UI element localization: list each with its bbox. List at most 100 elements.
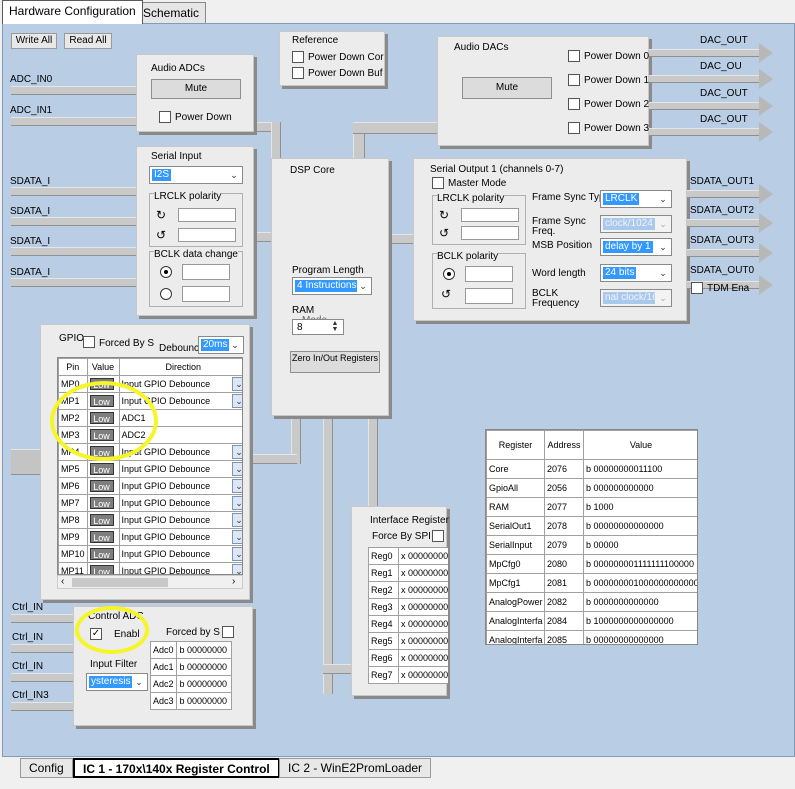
gpio-value-toggle[interactable]: Low: [89, 514, 114, 526]
chevron-down-icon[interactable]: ⌄: [232, 445, 242, 459]
ram-mode-spinner[interactable]: 8 ▲ ▼: [292, 319, 344, 335]
gpio-pin: MP7: [58, 494, 88, 512]
adc-power-down-checkbox[interactable]: [159, 111, 171, 123]
chevron-down-icon[interactable]: ⌄: [232, 496, 242, 510]
register-value[interactable]: b 00000000011100: [583, 459, 697, 479]
chevron-down-icon[interactable]: ⌄: [232, 564, 242, 574]
power-down-buf-checkbox[interactable]: [292, 67, 304, 79]
sdata-in-wire: [11, 247, 137, 256]
register-value[interactable]: b 0000000000000: [583, 592, 697, 612]
program-length-select[interactable]: 4 Instructions ⌄: [292, 277, 372, 295]
dac-mute-button[interactable]: Mute: [462, 77, 552, 99]
gpio-value-toggle[interactable]: Low: [89, 480, 114, 492]
chevron-down-icon[interactable]: ⌄: [232, 462, 242, 476]
interface-register-value[interactable]: x 00000000: [398, 632, 448, 650]
register-value[interactable]: b 1000: [583, 497, 697, 517]
dac-power-down-0-checkbox[interactable]: [568, 50, 580, 62]
chevron-down-icon[interactable]: ⌄: [232, 479, 242, 493]
interface-register-value[interactable]: x 00000000: [398, 564, 448, 582]
chevron-down-icon[interactable]: ⌄: [232, 394, 242, 408]
force-by-spi-checkbox[interactable]: [432, 530, 444, 542]
dac-power-down-2-label: Power Down 2: [584, 99, 650, 110]
gpio-row: MP6 Low Input GPIO Debounce ⌄: [58, 477, 242, 495]
register-value[interactable]: b 00000000000000: [583, 630, 697, 644]
chevron-down-icon[interactable]: ⌄: [232, 547, 242, 561]
frame-sync-freq-select[interactable]: clock/1024 ⌄: [600, 215, 672, 233]
gpio-value-toggle[interactable]: Low: [89, 531, 114, 543]
input-filter-select[interactable]: ysteresis ⌄: [86, 673, 148, 691]
gpio-value-toggle[interactable]: Low: [89, 565, 114, 574]
gpio-direction-cell[interactable]: Input GPIO Debounce ⌄: [118, 460, 242, 478]
chevron-down-icon[interactable]: ⌄: [232, 513, 242, 527]
control-adc-forced-checkbox[interactable]: [222, 626, 234, 638]
rotate-ccw-icon[interactable]: ↺: [441, 287, 451, 301]
interface-register-value[interactable]: x 00000000: [398, 615, 448, 633]
gpio-direction-cell[interactable]: Input GPIO Debounce ⌄: [118, 477, 242, 495]
tab-ic1-register-control[interactable]: IC 1 - 170x\140x Register Control: [73, 758, 280, 778]
interface-register-value[interactable]: x 00000000: [398, 547, 448, 565]
gpio-value-toggle[interactable]: Low: [89, 548, 114, 560]
register-value[interactable]: b 000000001111111100000: [583, 554, 697, 574]
read-all-button[interactable]: Read All: [64, 33, 112, 49]
serial-input-mode-select[interactable]: I2S ⌄: [149, 166, 243, 184]
gpio-horizontal-scrollbar[interactable]: ‹ ›: [57, 575, 243, 589]
gpio-direction-cell[interactable]: Input GPIO Debounce ⌄: [118, 494, 242, 512]
dac-power-down-1-checkbox[interactable]: [568, 74, 580, 86]
out-bclk-rising-radio[interactable]: [443, 268, 455, 280]
interface-register-value[interactable]: x 00000000: [398, 649, 448, 667]
scroll-left-icon[interactable]: ‹: [61, 576, 64, 587]
register-value[interactable]: b 000000001000000000000: [583, 573, 697, 593]
rotate-cw-icon[interactable]: ↻: [439, 208, 449, 222]
serial-output-title: Serial Output 1 (channels 0-7): [430, 164, 564, 175]
msb-position-select[interactable]: delay by 1 ⌄: [600, 238, 672, 256]
register-value[interactable]: b 000000000000: [583, 478, 697, 498]
tab-ic2-wine2promloader[interactable]: IC 2 - WinE2PromLoader: [279, 758, 432, 778]
rotate-cw-icon[interactable]: ↻: [156, 208, 166, 222]
write-all-button[interactable]: Write All: [11, 33, 57, 49]
gpio-direction-cell[interactable]: Input GPIO Debounce ⌄: [118, 511, 242, 529]
scroll-right-icon[interactable]: ›: [232, 576, 235, 587]
gpio-direction-cell[interactable]: Input GPIO Debounce ⌄: [118, 528, 242, 546]
gpio-debounce-select[interactable]: 20ms ⌄: [198, 336, 244, 354]
zero-registers-button[interactable]: Zero In/Out Registers: [290, 351, 380, 373]
tdm-enable-checkbox[interactable]: [691, 282, 703, 294]
word-length-select[interactable]: 24 bits ⌄: [600, 264, 672, 282]
rotate-ccw-icon[interactable]: ↺: [156, 228, 166, 242]
chevron-down-icon: ⌄: [659, 219, 667, 229]
scrollbar-thumb[interactable]: [72, 578, 168, 587]
dac-power-down-3-checkbox[interactable]: [568, 122, 580, 134]
chevron-down-icon[interactable]: ⌄: [232, 530, 242, 544]
interface-register-value[interactable]: x 00000000: [398, 666, 448, 684]
gpio-value-toggle[interactable]: Low: [89, 463, 114, 475]
control-adc-value[interactable]: b 00000000: [176, 692, 232, 710]
interface-register-value[interactable]: x 00000000: [398, 598, 448, 616]
register-address: 2084: [544, 611, 584, 631]
register-row: RAM 2077 b 1000: [486, 497, 697, 517]
gpio-value-toggle[interactable]: Low: [89, 497, 114, 509]
register-value[interactable]: b 00000: [583, 535, 697, 555]
gpio-direction-cell[interactable]: Input GPIO Debounce ⌄: [118, 562, 242, 574]
tab-config[interactable]: Config: [20, 758, 73, 778]
tab-schematic[interactable]: Schematic: [136, 2, 207, 23]
master-mode-checkbox[interactable]: [432, 177, 444, 189]
bclk-rising-radio[interactable]: [160, 266, 172, 278]
gpio-direction-cell[interactable]: Input GPIO Debounce ⌄: [118, 545, 242, 563]
control-adc-value[interactable]: b 00000000: [176, 658, 232, 676]
tab-hardware-configuration[interactable]: Hardware Configuration: [2, 0, 143, 24]
dac-out-label: DAC_OUT: [700, 114, 748, 125]
dac-power-down-2-checkbox[interactable]: [568, 98, 580, 110]
power-down-cor-checkbox[interactable]: [292, 51, 304, 63]
register-value[interactable]: b 00000000000000: [583, 516, 697, 536]
adc-mute-button[interactable]: Mute: [151, 79, 241, 99]
register-value[interactable]: b 1000000000000000: [583, 611, 697, 631]
frame-sync-type-select[interactable]: LRCLK ⌄: [600, 190, 672, 208]
control-adc-value[interactable]: b 00000000: [176, 641, 232, 659]
rotate-ccw-icon[interactable]: ↺: [439, 226, 449, 240]
gpio-forced-checkbox[interactable]: [83, 336, 95, 348]
interface-register-value[interactable]: x 00000000: [398, 581, 448, 599]
gpio-pin: MP8: [58, 511, 88, 529]
chevron-down-icon[interactable]: ⌄: [232, 377, 242, 391]
bclk-falling-radio[interactable]: [160, 288, 172, 300]
bclk-frequency-select[interactable]: nal clock/16 ⌄: [600, 289, 672, 307]
control-adc-value[interactable]: b 00000000: [176, 675, 232, 693]
